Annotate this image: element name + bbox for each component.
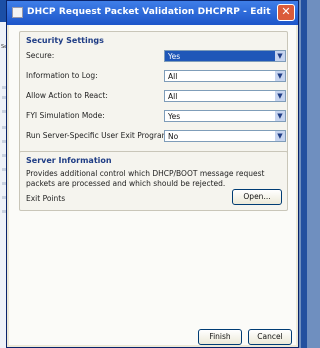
security-settings-group: Security Settings Secure: Yes ▼ Informat… [19,31,288,167]
secure-label: Secure: [26,51,55,60]
fyi-simulation-value: Yes [168,112,181,121]
fyi-simulation-row: FYI Simulation Mode: Yes ▼ [26,110,286,122]
chevron-down-icon[interactable]: ▼ [275,131,285,141]
secure-value: Yes [168,52,181,61]
information-to-log-label: Information to Log: [26,71,98,80]
allow-action-select[interactable]: All ▼ [164,90,286,102]
allow-action-label: Allow Action to React: [26,91,108,100]
close-button[interactable]: ✕ [277,4,295,21]
open-button[interactable]: Open... [232,189,282,205]
close-icon: ✕ [281,5,291,18]
security-settings-heading: Security Settings [26,36,104,45]
dialog-titlebar[interactable]: DHCP Request Packet Validation DHCPRP - … [7,1,298,25]
information-to-log-select[interactable]: All ▼ [164,70,286,82]
secure-row: Secure: Yes ▼ [26,50,286,62]
cancel-button[interactable]: Cancel [248,329,292,345]
user-exit-program-row: Run Server-Specific User Exit Program: N… [26,130,286,142]
server-information-group: Server Information Provides additional c… [19,151,288,211]
finish-button[interactable]: Finish [198,329,242,345]
allow-action-value: All [168,92,178,101]
chevron-down-icon[interactable]: ▼ [275,71,285,81]
information-to-log-row: Information to Log: All ▼ [26,70,286,82]
secure-select[interactable]: Yes ▼ [164,50,286,62]
user-exit-program-label: Run Server-Specific User Exit Program: [26,131,172,140]
chevron-down-icon[interactable]: ▼ [275,91,285,101]
server-information-heading: Server Information [26,156,112,165]
user-exit-program-select[interactable]: No ▼ [164,130,286,142]
allow-action-row: Allow Action to React: All ▼ [26,90,286,102]
exit-points-label: Exit Points [26,194,66,203]
background-edge [301,0,307,348]
user-exit-program-value: No [168,132,179,141]
information-to-log-value: All [168,72,178,81]
dialog-body: Security Settings Secure: Yes ▼ Informat… [9,25,296,345]
window-icon [12,7,23,18]
edit-dialog: DHCP Request Packet Validation DHCPRP - … [6,0,299,348]
fyi-simulation-label: FYI Simulation Mode: [26,111,105,120]
dialog-title: DHCP Request Packet Validation DHCPRP - … [27,7,271,17]
fyi-simulation-select[interactable]: Yes ▼ [164,110,286,122]
server-information-description: Provides additional control which DHCP/B… [26,169,265,188]
chevron-down-icon[interactable]: ▼ [275,111,285,121]
chevron-down-icon[interactable]: ▼ [275,51,285,61]
